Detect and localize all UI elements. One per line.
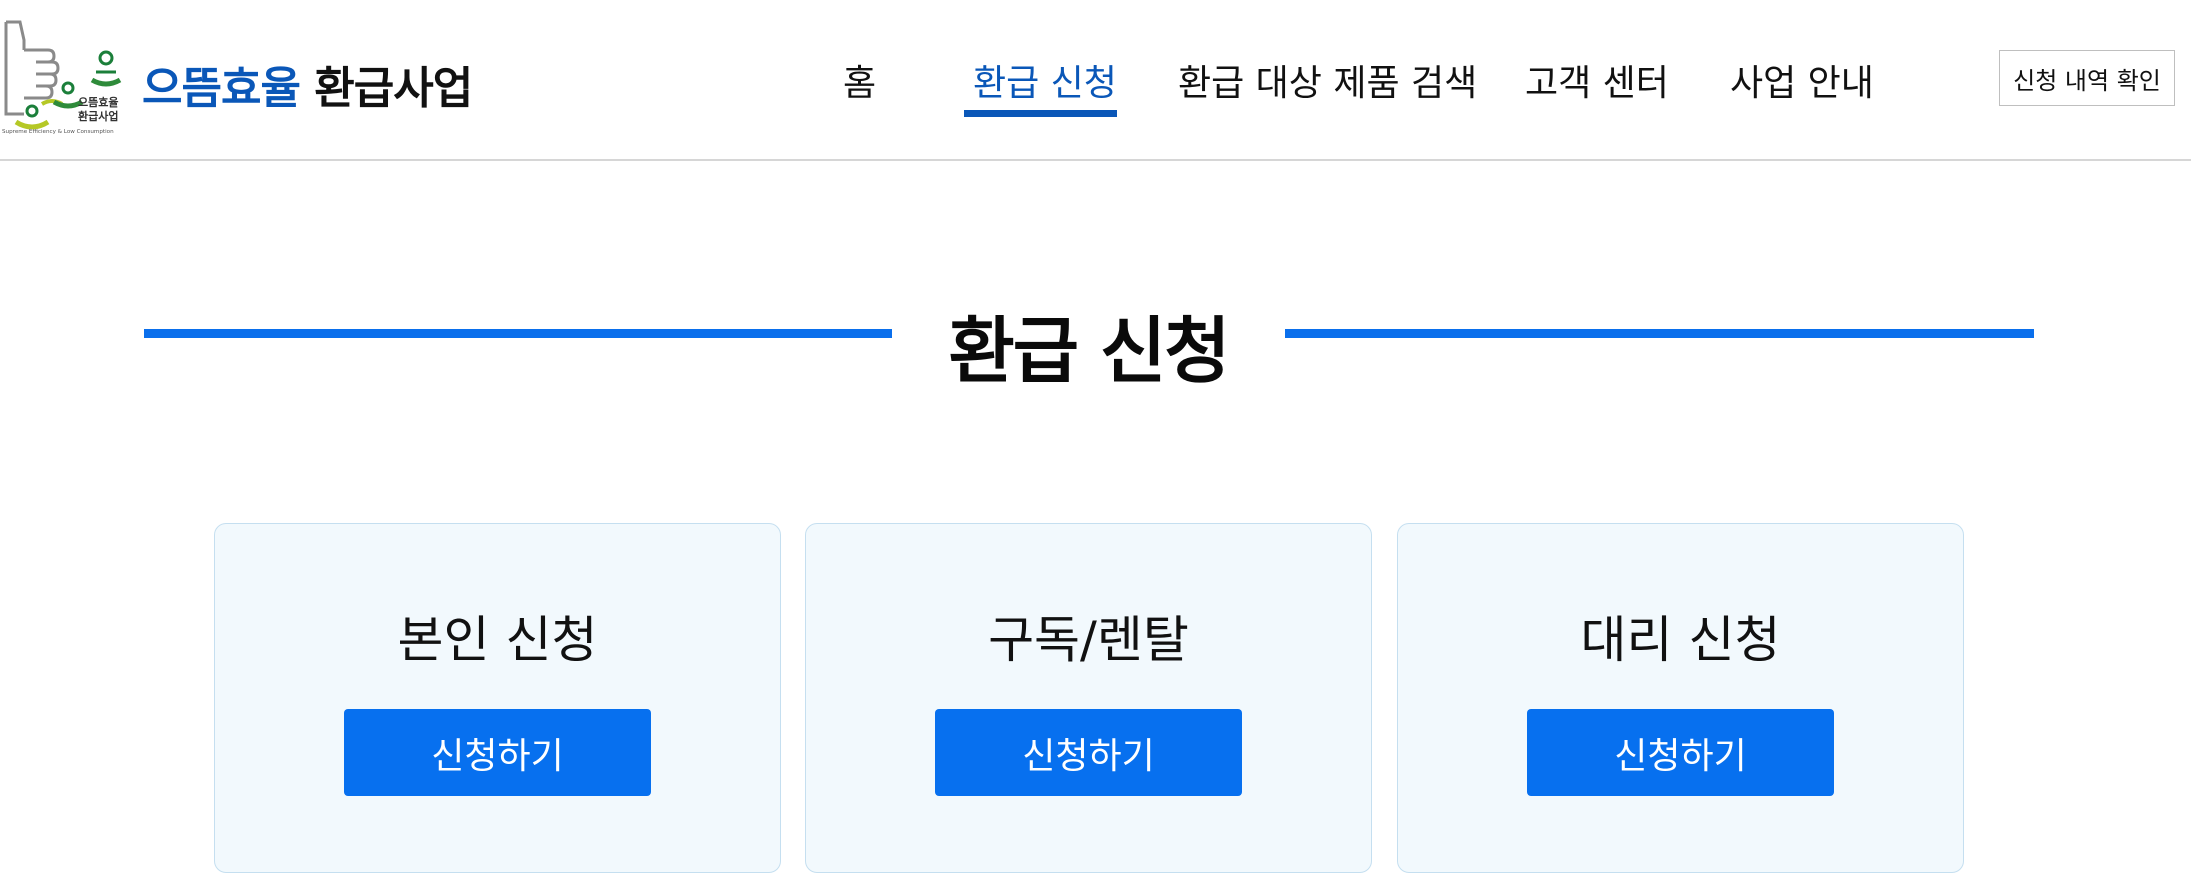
nav-home[interactable]: 홈 <box>843 54 876 108</box>
proxy-apply-button[interactable]: 신청하기 <box>1527 709 1834 796</box>
brand-primary: 으뜸효율 <box>142 63 301 114</box>
title-line-right <box>1285 329 2034 338</box>
card-subscription-rental: 구독/렌탈 신청하기 <box>805 523 1372 873</box>
brand-title[interactable]: 으뜸효율 환급사업 <box>142 52 473 116</box>
logo-text-line1: 으뜸효율 <box>78 95 118 109</box>
card-title: 구독/렌탈 <box>988 611 1189 669</box>
logo-text-line2: 환급사업 <box>78 109 118 123</box>
card-proxy-apply: 대리 신청 신청하기 <box>1397 523 1964 873</box>
page-title: 환급 신청 <box>948 309 1230 393</box>
site-logo[interactable]: 으뜸효율 환급사업 Supreme Efficiency & Low Consu… <box>2 18 126 136</box>
nav-customer-center[interactable]: 고객 센터 <box>1525 54 1669 108</box>
nav-active-indicator <box>964 110 1117 117</box>
site-header: 으뜸효율 환급사업 Supreme Efficiency & Low Consu… <box>0 0 2191 161</box>
card-self-apply: 본인 신청 신청하기 <box>214 523 781 873</box>
subscription-rental-apply-button[interactable]: 신청하기 <box>935 709 1242 796</box>
nav-program-info[interactable]: 사업 안내 <box>1730 54 1874 108</box>
thumbs-up-logo-icon: 으뜸효율 환급사업 Supreme Efficiency & Low Consu… <box>2 20 122 135</box>
card-title: 본인 신청 <box>397 611 598 669</box>
title-line-left <box>144 329 892 338</box>
self-apply-button[interactable]: 신청하기 <box>344 709 651 796</box>
logo-tagline: Supreme Efficiency & Low Consumption <box>2 129 114 135</box>
brand-secondary: 환급사업 <box>314 63 473 114</box>
card-title: 대리 신청 <box>1580 611 1781 669</box>
application-history-button[interactable]: 신청 내역 확인 <box>1999 50 2175 106</box>
nav-refund-apply[interactable]: 환급 신청 <box>973 54 1117 108</box>
nav-product-search[interactable]: 환급 대상 제품 검색 <box>1178 54 1477 108</box>
